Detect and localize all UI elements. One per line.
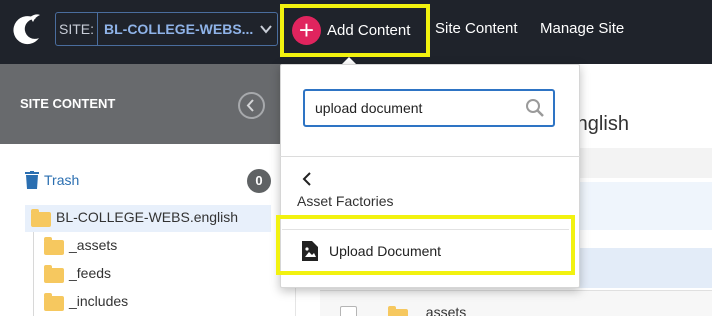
folder-icon: [31, 209, 51, 227]
chevron-down-icon[interactable]: [259, 22, 273, 36]
sidebar-title: SITE CONTENT: [20, 96, 116, 111]
tree-item-label: _assets: [69, 237, 118, 253]
row-checkbox[interactable]: [340, 306, 357, 316]
tree-item-label: _includes: [69, 293, 129, 309]
collapse-sidebar-icon[interactable]: [238, 92, 265, 119]
search-input[interactable]: upload document: [303, 89, 555, 127]
nav-manage-site[interactable]: Manage Site: [540, 20, 624, 37]
trash-count-badge: 0: [247, 169, 271, 193]
search-icon[interactable]: [525, 98, 545, 118]
folder-icon: [388, 306, 408, 316]
table-row[interactable]: [320, 290, 712, 316]
tree-item-root-label: BL-COLLEGE-WEBS.english: [56, 209, 239, 225]
document-icon: [302, 241, 318, 261]
nav-site-content[interactable]: Site Content: [435, 20, 518, 37]
site-selector[interactable]: SITE: BL-COLLEGE-WEBS....: [55, 12, 278, 46]
add-content-button[interactable]: + Add Content: [280, 4, 430, 57]
chevron-left-icon[interactable]: [301, 171, 313, 187]
add-content-label: Add Content: [327, 22, 411, 39]
search-input-value[interactable]: upload document: [315, 100, 422, 116]
tree-item-root[interactable]: BL-COLLEGE-WEBS.english: [25, 205, 271, 232]
tree-item-assets[interactable]: _assets: [44, 237, 244, 257]
site-selector-value[interactable]: BL-COLLEGE-WEBS....: [104, 13, 254, 45]
tree-item-label: _feeds: [69, 265, 112, 281]
upload-document-item[interactable]: Upload Document: [276, 215, 575, 275]
plus-icon: +: [292, 16, 321, 45]
trash-link[interactable]: Trash: [44, 172, 79, 188]
tree-item-includes[interactable]: _includes: [44, 293, 244, 313]
table-row-label[interactable]: _assets: [418, 304, 466, 316]
asset-factories-label: Asset Factories: [297, 193, 394, 209]
folder-icon: [44, 265, 64, 283]
tree-item-feeds[interactable]: _feeds: [44, 265, 244, 285]
folder-icon: [44, 237, 64, 255]
upload-document-label: Upload Document: [329, 243, 442, 259]
tree-guide-line: [33, 232, 34, 316]
dropdown-divider: [280, 156, 580, 157]
site-selector-label: SITE:: [56, 13, 98, 45]
cascade-logo-icon[interactable]: [6, 11, 46, 51]
trash-icon[interactable]: [25, 171, 39, 189]
folder-icon: [44, 293, 64, 311]
